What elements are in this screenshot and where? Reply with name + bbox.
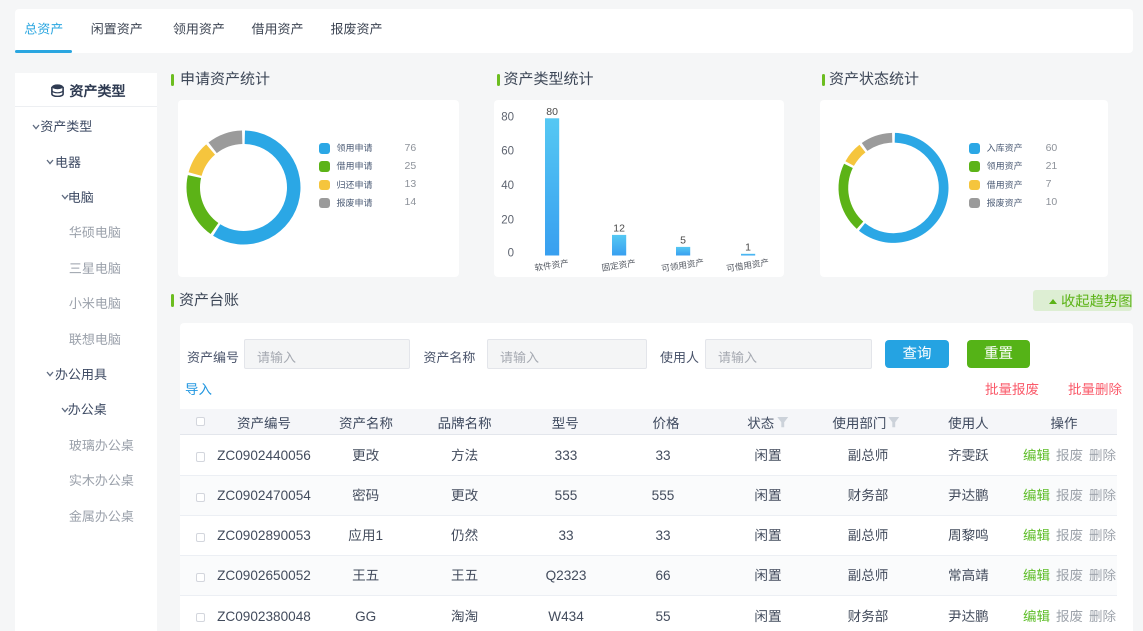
svg-text:12: 12 [613, 222, 625, 234]
svg-text:1: 1 [745, 241, 751, 253]
svg-text:可领用资产: 可领用资产 [661, 257, 705, 274]
svg-text:60: 60 [501, 146, 514, 158]
svg-text:软件资产: 软件资产 [534, 258, 570, 273]
svg-text:80: 80 [501, 111, 514, 123]
svg-text:固定资产: 固定资产 [601, 258, 637, 273]
svg-text:20: 20 [501, 214, 514, 226]
svg-text:80: 80 [546, 106, 558, 118]
svg-text:0: 0 [508, 248, 514, 260]
svg-text:5: 5 [680, 234, 686, 246]
svg-text:可借用资产: 可借用资产 [726, 257, 770, 274]
svg-text:40: 40 [501, 180, 514, 192]
